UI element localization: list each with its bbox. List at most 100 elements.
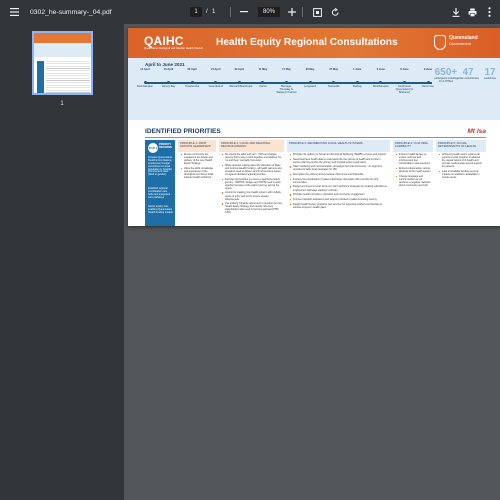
stop-dot <box>379 81 383 84</box>
qaihc-logo-subtitle: Queensland Aboriginal and Islander Healt… <box>144 47 203 50</box>
stop-dot <box>214 81 218 84</box>
stat-label: workshops <box>484 77 496 80</box>
principle-bullet: Prioritise the delivery of Social and Em… <box>289 153 388 156</box>
stop-date: 14 April <box>140 68 150 71</box>
pdf-page: QAIHC Queensland Aboriginal and Islander… <box>128 28 500 226</box>
more-actions-button[interactable] <box>481 0 497 24</box>
rotate-button[interactable] <box>327 0 343 24</box>
document-viewport[interactable]: QAIHC Queensland Aboriginal and Islander… <box>124 24 500 500</box>
principle-bullet: Lack of available funding severely impac… <box>438 170 484 179</box>
timeline-stop: 14 April Rockhampton <box>135 58 155 120</box>
page-number-input[interactable]: 1 <box>190 0 202 24</box>
zoom-level-input[interactable]: 80% <box>258 0 280 24</box>
principle-column: PRINCIPLE 4: CULTURAL CAPABILITY Improve … <box>393 140 433 226</box>
thumb-timeline <box>34 43 91 57</box>
principle-bullet: Share decision making about the allocati… <box>221 164 282 176</box>
stop-date: 21 April <box>211 68 221 71</box>
timeline-stop: 15 April Hervey Bay <box>159 58 179 120</box>
timeline-stop: 20 April Toowoomba <box>182 58 202 120</box>
stop-date: 2 June <box>376 68 385 71</box>
principle-bullet: Value the skills, knowledge and experien… <box>180 167 214 179</box>
page-current[interactable]: 1 <box>190 7 202 17</box>
file-name: 0302_he-summary-_04.pdf <box>30 8 112 16</box>
stop-place: Cairns <box>259 85 267 88</box>
more-icon <box>481 4 497 20</box>
menu-button[interactable] <box>6 0 22 24</box>
principle-bullet: Design and invest in local 'Grow our Own… <box>289 185 388 192</box>
stop-dot <box>285 81 288 84</box>
stop-place: Hervey Bay <box>161 85 176 88</box>
stop-place: Goondiwindi <box>208 85 223 88</box>
principle-bullet: Ensure community are engaged in the desi… <box>180 153 214 165</box>
page-thumbnail[interactable] <box>32 31 93 95</box>
principle-body: Ensure community are engaged in the desi… <box>178 152 216 182</box>
download-button[interactable] <box>448 0 464 24</box>
page-total: 1 <box>212 9 216 15</box>
priorities-header: IDENTIFIED PRIORITIES Mt Isa <box>128 120 500 138</box>
timeline-stop: 27 May Townsville <box>324 58 344 120</box>
region-name: Mt Isa <box>467 128 486 135</box>
page-title: Health Equity Regional Consultations <box>216 37 398 48</box>
print-button[interactable] <box>464 0 480 24</box>
zoom-value[interactable]: 80% <box>258 7 280 17</box>
principle-body: Achieving health equity requires all sec… <box>436 152 486 182</box>
zoom-out-button[interactable] <box>236 0 252 24</box>
principle-bullet: Improve transport assistance and support… <box>289 198 388 201</box>
zoom-in-button[interactable] <box>284 0 300 24</box>
stat-label: participants including 10 in-HHSes <box>434 77 458 83</box>
thumbnail-page-number: 1 <box>60 101 64 107</box>
rotate-icon <box>327 4 343 20</box>
print-icon <box>464 4 480 20</box>
timeline-stop: 2 June Rockhampton <box>371 58 391 120</box>
stop-place: South East Queensland (in Brisbane) <box>395 85 414 94</box>
fit-page-icon <box>309 4 325 20</box>
zoom-out-icon <box>236 4 252 20</box>
stop-date: 15 April <box>163 68 174 71</box>
gov-line2: Government <box>449 41 472 46</box>
principle-column: PRINCIPLE 3: REORIENTING LOCAL HEALTH SY… <box>287 140 390 226</box>
timeline-stop: 17 May Bamaga, Thursday Is, Weipa (in Cai… <box>277 58 297 120</box>
timeline-stop: 22 April Warwick/Stanthorpe <box>229 58 252 120</box>
reform-item: Increase Queensland Health's First Natio… <box>148 156 172 177</box>
fit-page-button[interactable] <box>309 0 325 24</box>
stop-date: 26 May <box>305 68 315 71</box>
principle-heading: PRINCIPLE 5: SOCIAL DETERMINANTS OF HEAL… <box>436 140 486 152</box>
stop-dot <box>355 81 359 84</box>
consultation-timeline: April to June 2021 14 April Rockhampton 15… <box>128 58 500 120</box>
stop-dot <box>190 81 194 84</box>
thumb-text <box>46 61 90 93</box>
zoom-in-icon <box>284 4 300 20</box>
timeline-stop: 1 June Mackay <box>347 58 367 120</box>
principle-bullet: Improve health literacy to ensure mob ar… <box>395 153 431 165</box>
stat-label: written submissions <box>457 77 479 80</box>
principle-bullet: Tailor marketing and communication campa… <box>289 165 388 171</box>
principle-bullet: Embed cultural safety across all areas o… <box>395 167 431 173</box>
menu-icon <box>6 4 22 20</box>
stop-place: Toowoomba <box>185 85 200 88</box>
stop-place: Townsville <box>327 85 340 88</box>
principle-body: Prioritise the delivery of Social and Em… <box>287 152 390 211</box>
stat-block: 47 written submissions <box>456 67 480 81</box>
stop-place: Mount Isa <box>422 85 434 88</box>
page-separator: / <box>206 9 208 15</box>
stop-dot <box>261 81 265 84</box>
principle-heading: PRINCIPLE 2: LOCAL AND REGIONAL DECISION… <box>219 140 284 152</box>
stop-date: 1 June <box>353 68 362 71</box>
divider <box>230 0 231 24</box>
timeline-stop: 21 April Goondiwindi <box>206 58 226 120</box>
stop-dot <box>143 81 147 84</box>
stop-dot <box>167 81 171 84</box>
stop-dot <box>237 81 241 84</box>
thumbnail-sidebar: 1 <box>0 24 124 500</box>
principle-bullet: Need local level health data to understa… <box>289 158 388 164</box>
stop-date: 22 April <box>234 68 245 71</box>
principle-heading: PRINCIPLE 3: REORIENTING LOCAL HEALTH SY… <box>287 140 390 152</box>
stop-dot <box>332 81 336 84</box>
stop-place: Rockhampton <box>136 85 153 88</box>
stop-date: 27 May <box>329 68 338 71</box>
principle-bullet: Achieving health equity requires all sec… <box>438 153 484 168</box>
stop-place: Rockhampton <box>372 85 389 88</box>
stop-dot <box>426 81 430 84</box>
principle-bullet: Strengthen the patient journey between M… <box>289 173 388 176</box>
principle-body: Sit around the table and yarn - HHS and … <box>219 152 284 217</box>
